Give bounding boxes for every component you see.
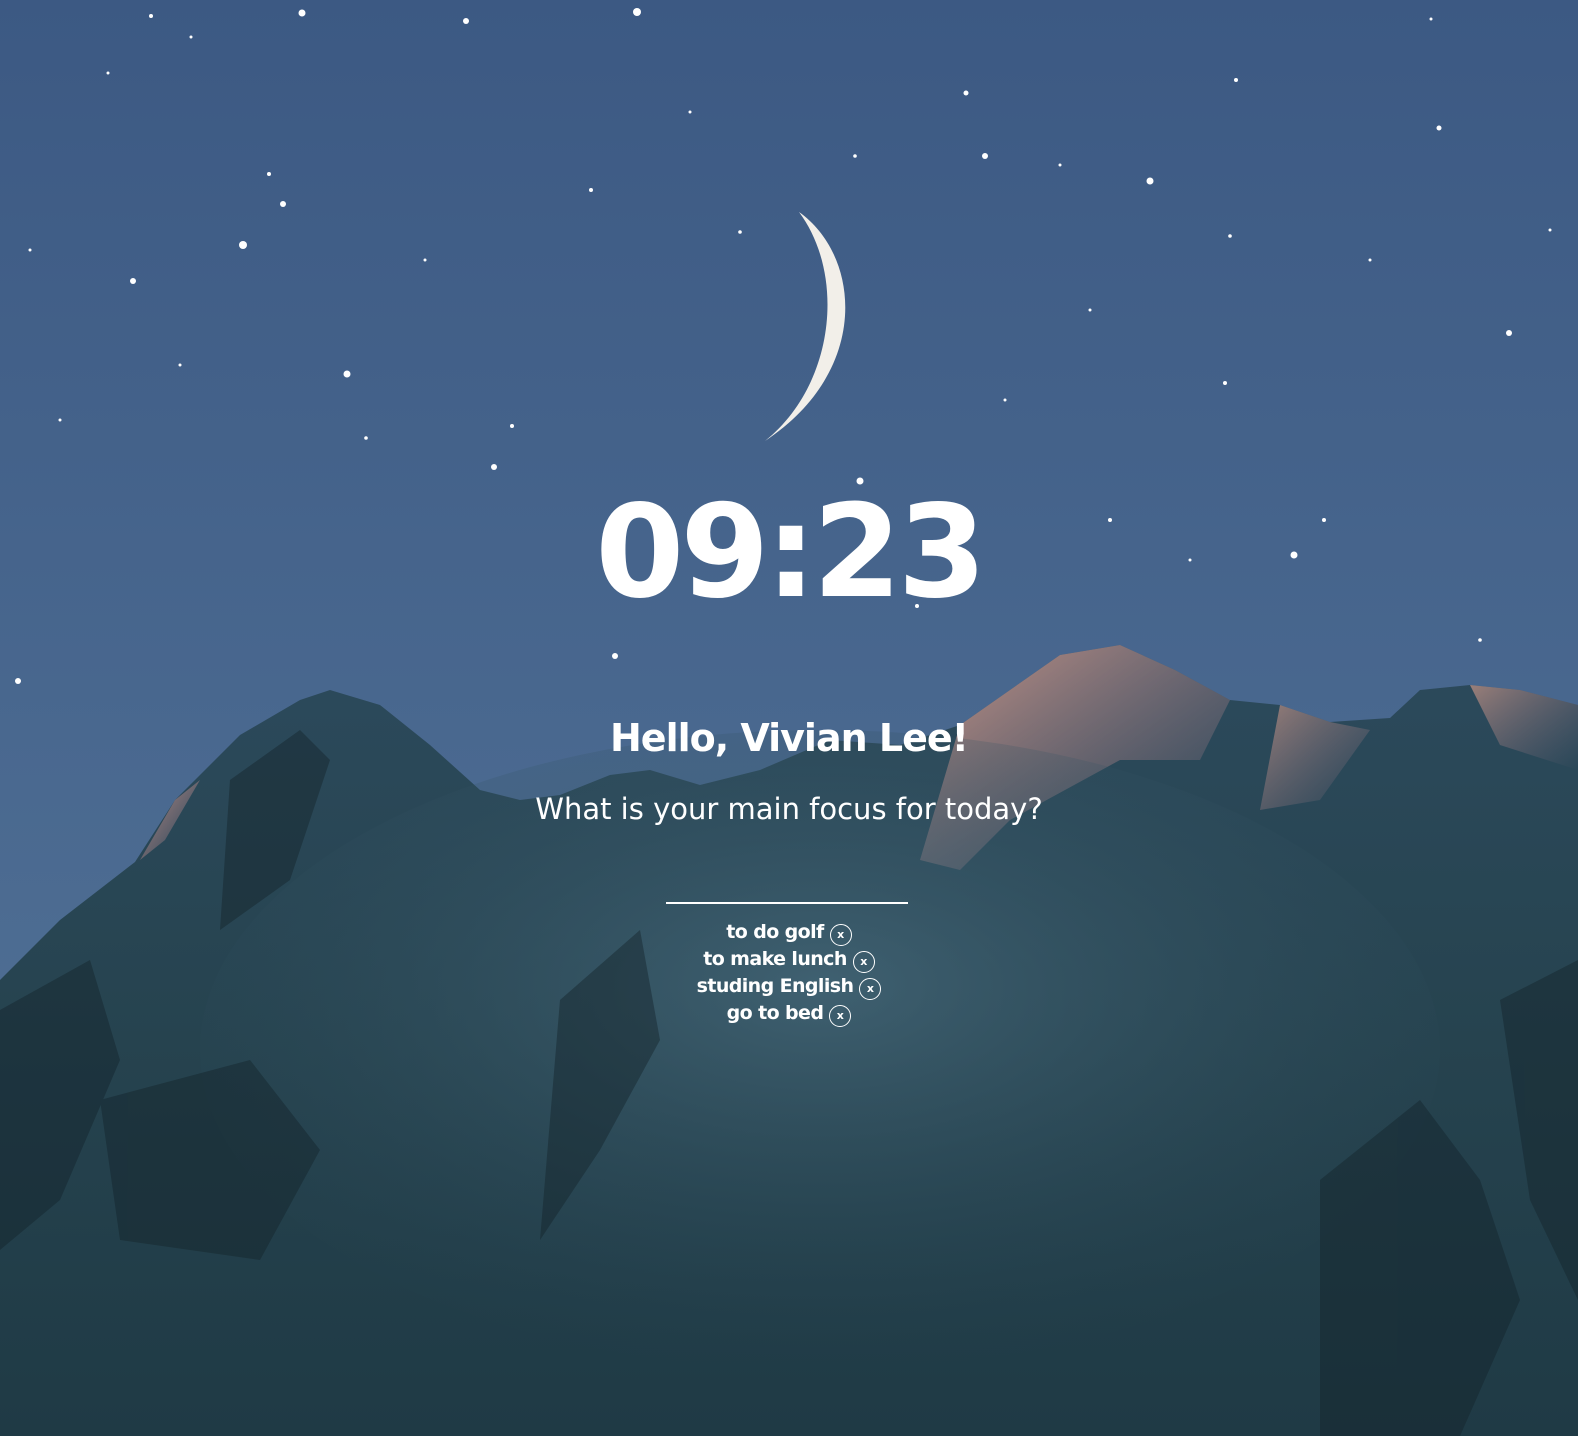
focus-question: What is your main focus for today? (535, 792, 1043, 826)
delete-todo-button[interactable]: x (859, 977, 882, 1000)
todo-item-label: studing English (696, 975, 854, 997)
delete-todo-button[interactable]: x (829, 1004, 852, 1027)
todo-item: to do golf x (0, 919, 1578, 946)
delete-todo-button[interactable]: x (852, 950, 875, 973)
delete-todo-button[interactable]: x (829, 923, 852, 946)
todo-item-label: to make lunch (703, 948, 847, 970)
greeting-text: Hello, Vivian Lee! (610, 716, 969, 760)
todo-item-label: go to bed (726, 1002, 824, 1024)
todo-item: go to bed x (0, 1000, 1578, 1027)
todo-list: to do golf x to make lunch x studing Engli… (0, 919, 1578, 1027)
todo-item-label: to do golf (726, 921, 824, 943)
todo-item: to make lunch x (0, 946, 1578, 973)
focus-input[interactable] (666, 868, 908, 904)
clock-time: 09:23 (595, 478, 986, 627)
todo-item: studing English x (0, 973, 1578, 1000)
